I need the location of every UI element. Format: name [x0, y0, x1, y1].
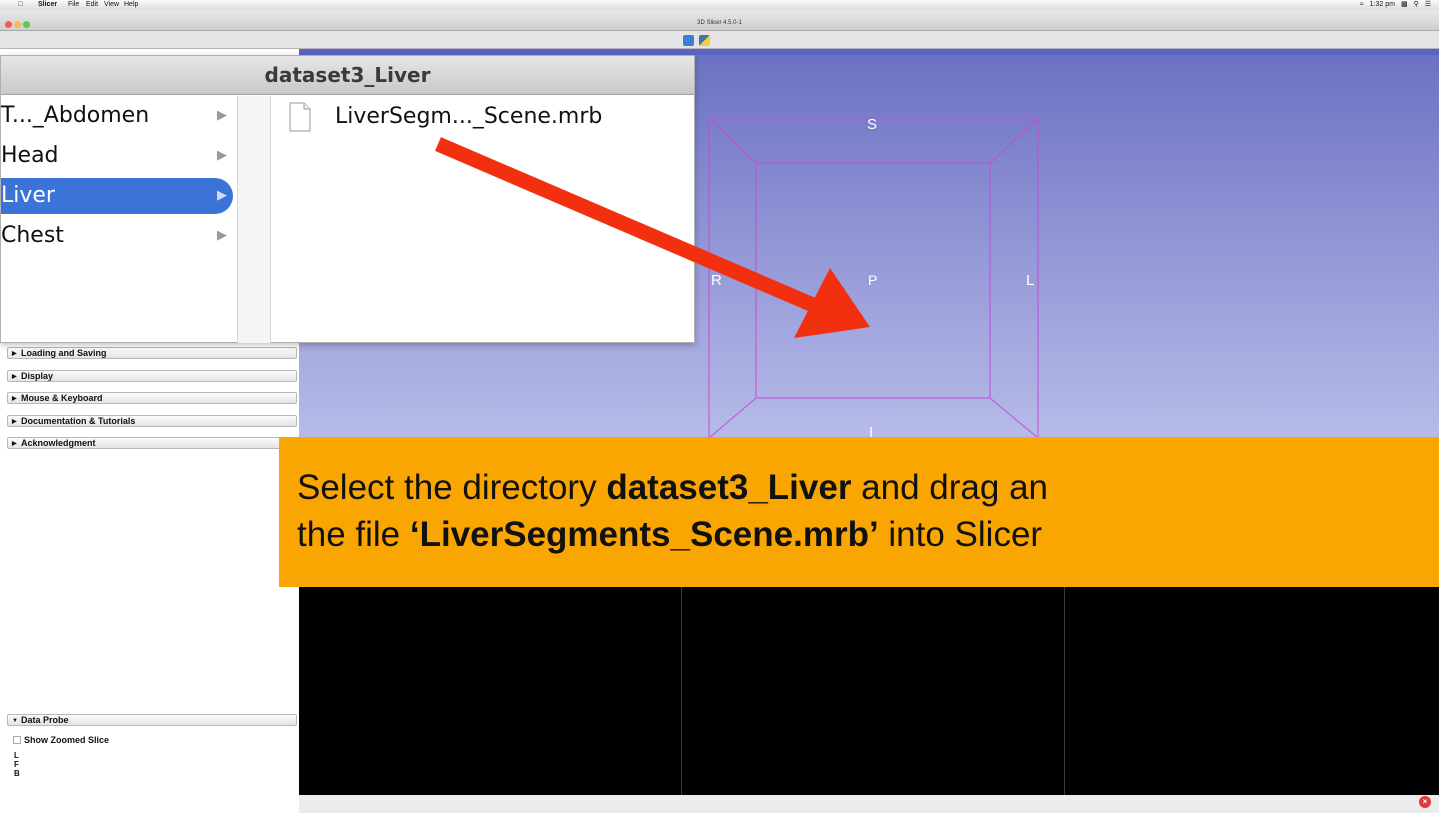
- file-name: LiverSegm..._Scene.mrb: [335, 104, 603, 129]
- folder-item-chest[interactable]: Chest ▶: [1, 218, 235, 254]
- caption-line-1: Select the directory dataset3_Liver and …: [297, 468, 1048, 508]
- apple-icon[interactable]: : [18, 0, 23, 10]
- error-close-icon[interactable]: ×: [1419, 796, 1431, 808]
- collapsed-triangle-icon: ▶: [12, 351, 17, 357]
- probe-label-l: L: [14, 751, 19, 760]
- disclosure-arrow-icon: ▶: [217, 228, 227, 243]
- section-data-probe[interactable]: ▼ Data Probe: [7, 714, 297, 726]
- finder-folder-column: T..._Abdomen ▶ Head ▶ Liver ▶ Chest ▶: [1, 96, 237, 343]
- collapsed-triangle-icon: ▶: [12, 396, 17, 402]
- section-label: Data Probe: [21, 715, 69, 725]
- yellow-slice-view[interactable]: [682, 587, 1065, 795]
- wifi-icon[interactable]: ≈: [1360, 0, 1364, 10]
- section-documentation-and-tutorials[interactable]: ▶ Documentation & Tutorials: [7, 415, 297, 427]
- disclosure-arrow-icon: ▶: [217, 188, 227, 203]
- section-mouse-and-keyboard[interactable]: ▶ Mouse & Keyboard: [7, 392, 297, 404]
- probe-label-f: F: [14, 760, 19, 769]
- checkbox-box[interactable]: [13, 736, 21, 744]
- window-title: 3D Slicer 4.5.0-1: [697, 20, 742, 26]
- finder-window: dataset3_Liver T..._Abdomen ▶ Head ▶ Liver…: [0, 55, 695, 343]
- caption-line-2: the file ‘LiverSegments_Scene.mrb’ into …: [297, 515, 1042, 555]
- collapsed-triangle-icon: ▶: [12, 441, 17, 447]
- disclosure-arrow-icon: ▶: [217, 148, 227, 163]
- collapsed-triangle-icon: ▶: [12, 419, 17, 425]
- collapsed-triangle-icon: ▶: [12, 374, 17, 380]
- expanded-triangle-icon: ▼: [12, 718, 18, 724]
- folder-item-head[interactable]: Head ▶: [1, 138, 235, 174]
- menu-view[interactable]: View: [104, 0, 119, 10]
- spotlight-icon[interactable]: ⚲: [1414, 0, 1419, 10]
- folder-label: Chest: [1, 223, 64, 248]
- folder-label: Head: [1, 143, 59, 168]
- menu-app-name[interactable]: Slicer: [38, 0, 57, 10]
- python-console-icon[interactable]: [699, 35, 710, 46]
- folder-item-abdomen[interactable]: T..._Abdomen ▶: [1, 98, 235, 134]
- caption-text: and drag an: [851, 468, 1049, 507]
- section-label: Display: [21, 371, 54, 381]
- caption-bold-text: ‘LiverSegments_Scene.mrb’: [409, 515, 879, 554]
- document-icon: [289, 102, 311, 132]
- show-zoomed-slice-label: Show Zoomed Slice: [24, 735, 110, 745]
- caption-text: the file: [297, 515, 410, 554]
- orientation-label-left: L: [1026, 272, 1035, 289]
- folder-label: T..._Abdomen: [1, 103, 150, 128]
- caption-text: Select the directory: [297, 468, 607, 507]
- slicer-toolbar: [0, 31, 1439, 49]
- section-acknowledgment[interactable]: ▶ Acknowledgment: [7, 437, 297, 449]
- menu-file[interactable]: File: [68, 0, 79, 10]
- probe-label-b: B: [14, 769, 20, 778]
- red-slice-view[interactable]: [299, 587, 682, 795]
- section-label: Loading and Saving: [21, 348, 107, 358]
- instruction-caption: Select the directory dataset3_Liver and …: [279, 437, 1439, 587]
- section-label: Documentation & Tutorials: [21, 416, 136, 426]
- mac-menu-bar:  Slicer File Edit View Help ≈ 1:32 pm ▩…: [0, 0, 1439, 10]
- show-zoomed-slice-checkbox[interactable]: Show Zoomed Slice: [13, 735, 109, 745]
- slice-views: [299, 587, 1439, 795]
- slicer-screen:  Slicer File Edit View Help ≈ 1:32 pm ▩…: [0, 0, 1439, 813]
- green-slice-view[interactable]: [1065, 587, 1439, 795]
- clock-text[interactable]: 1:32 pm: [1370, 0, 1395, 10]
- orientation-label-right: R: [711, 272, 722, 289]
- menu-edit[interactable]: Edit: [86, 0, 98, 10]
- caption-text: into Slicer: [878, 515, 1043, 554]
- section-display[interactable]: ▶ Display: [7, 370, 297, 382]
- section-label: Mouse & Keyboard: [21, 393, 103, 403]
- battery-icon[interactable]: ▩: [1401, 0, 1408, 10]
- section-label: Acknowledgment: [21, 438, 96, 448]
- folder-label: Liver: [1, 183, 55, 208]
- finder-column-divider[interactable]: [237, 96, 271, 343]
- menu-help[interactable]: Help: [124, 0, 138, 10]
- extension-manager-icon[interactable]: [683, 35, 694, 46]
- notification-list-icon[interactable]: ☰: [1425, 0, 1431, 10]
- window-title-bar: 3D Slicer 4.5.0-1: [0, 10, 1439, 31]
- orientation-label-superior: S: [867, 116, 878, 133]
- caption-bold-text: dataset3_Liver: [606, 468, 852, 507]
- orientation-label-posterior: P: [868, 272, 878, 288]
- section-loading-and-saving[interactable]: ▶ Loading and Saving: [7, 347, 297, 359]
- folder-item-liver[interactable]: Liver ▶: [1, 178, 233, 214]
- disclosure-arrow-icon: ▶: [217, 108, 227, 123]
- finder-title: dataset3_Liver: [1, 56, 694, 95]
